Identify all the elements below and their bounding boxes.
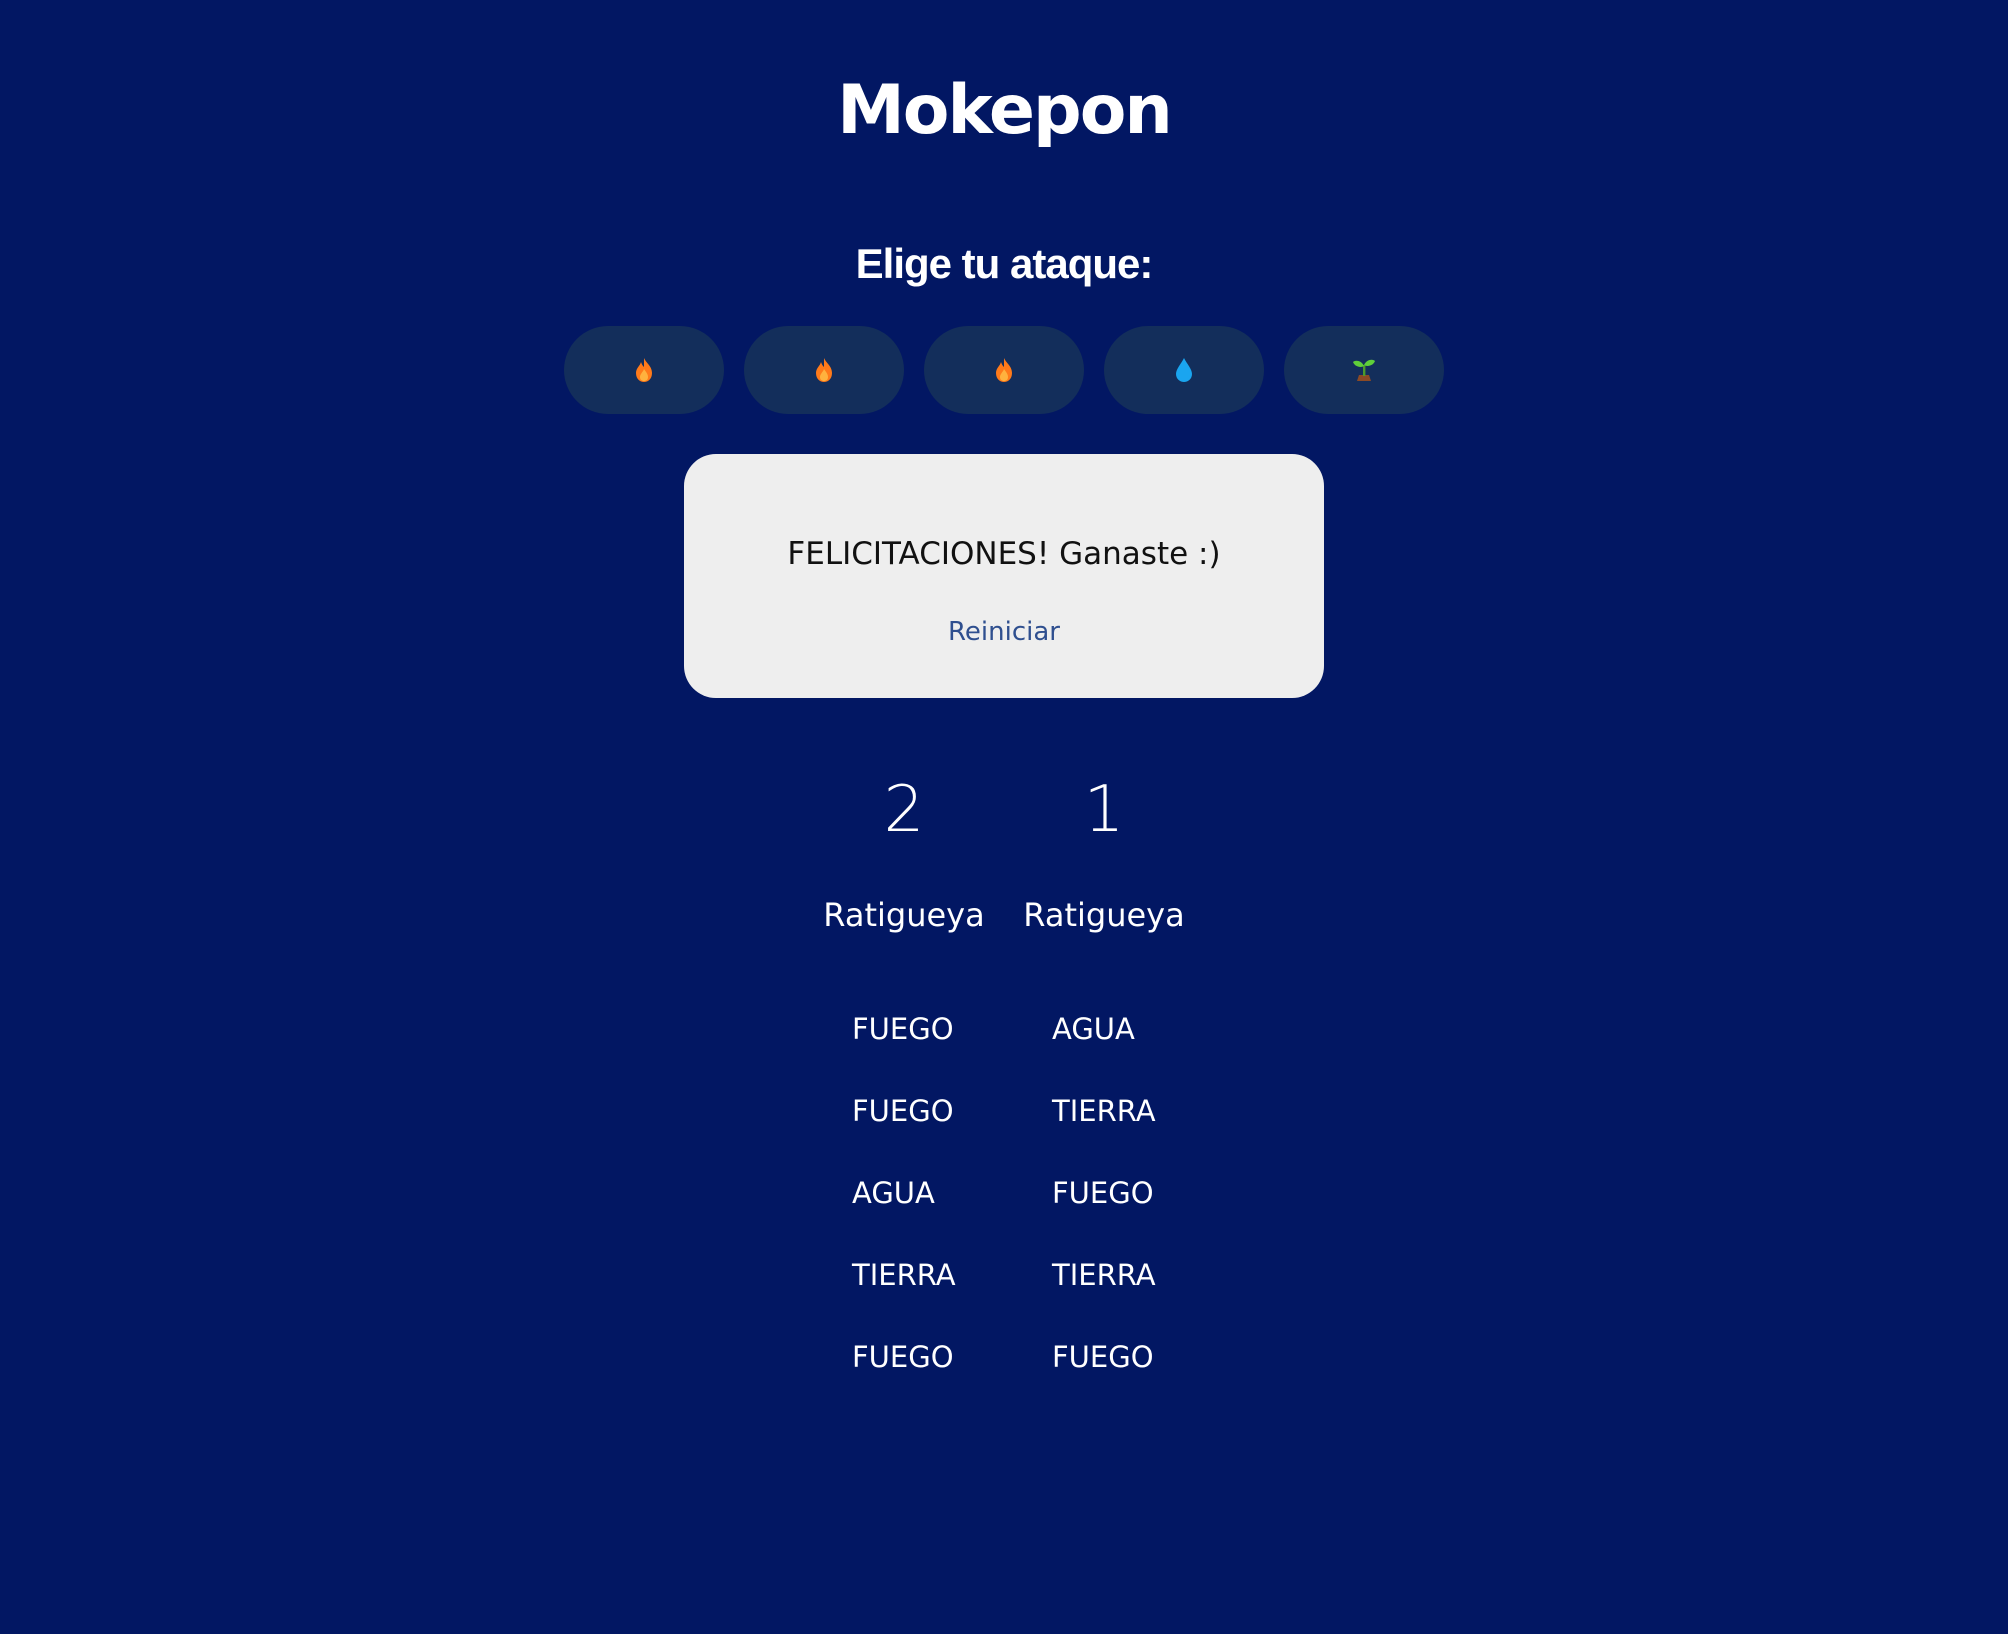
plant-sprout-icon xyxy=(1353,359,1375,381)
attack-buttons xyxy=(564,326,1444,414)
fire-attack-button-3[interactable] xyxy=(924,326,1084,414)
enemy-attack-item: TIERRA xyxy=(1052,1094,1156,1128)
fire-attack-button-1[interactable] xyxy=(564,326,724,414)
player-lives: 2 xyxy=(883,773,925,847)
water-attack-button[interactable] xyxy=(1104,326,1264,414)
enemy-attack-item: FUEGO xyxy=(1052,1176,1154,1210)
result-card: FELICITACIONES! Ganaste :) Reiniciar xyxy=(684,454,1324,698)
fire-icon xyxy=(816,358,832,382)
fire-icon xyxy=(636,358,652,382)
player-attack-list: FUEGO FUEGO AGUA TIERRA FUEGO xyxy=(852,1004,992,1414)
enemy-attack-item: FUEGO xyxy=(1052,1340,1154,1374)
player-attack-item: FUEGO xyxy=(852,1012,954,1046)
enemy-attack-list: AGUA TIERRA FUEGO TIERRA FUEGO xyxy=(1052,1004,1192,1414)
result-message: FELICITACIONES! Ganaste :) xyxy=(787,536,1221,572)
player-pet-name: Ratigueya xyxy=(823,896,985,934)
fire-attack-button-2[interactable] xyxy=(744,326,904,414)
fire-icon xyxy=(996,358,1012,382)
game-title: Mokepon xyxy=(837,71,1173,150)
enemy-pet-name: Ratigueya xyxy=(1023,896,1185,934)
earth-attack-button[interactable] xyxy=(1284,326,1444,414)
player-attack-item: FUEGO xyxy=(852,1340,954,1374)
enemy-attack-item: TIERRA xyxy=(1052,1258,1156,1292)
game-page: Mokepon Elige tu ataque: FELICITACIONES!… xyxy=(0,0,2008,1634)
player-attack-item: TIERRA xyxy=(852,1258,956,1292)
restart-button[interactable]: Reiniciar xyxy=(922,610,1086,654)
attack-heading: Elige tu ataque: xyxy=(855,240,1154,287)
water-drop-icon xyxy=(1176,358,1192,382)
player-attack-item: FUEGO xyxy=(852,1094,954,1128)
player-attack-item: AGUA xyxy=(852,1176,935,1210)
enemy-lives: 1 xyxy=(1083,773,1125,847)
enemy-attack-item: AGUA xyxy=(1052,1012,1135,1046)
